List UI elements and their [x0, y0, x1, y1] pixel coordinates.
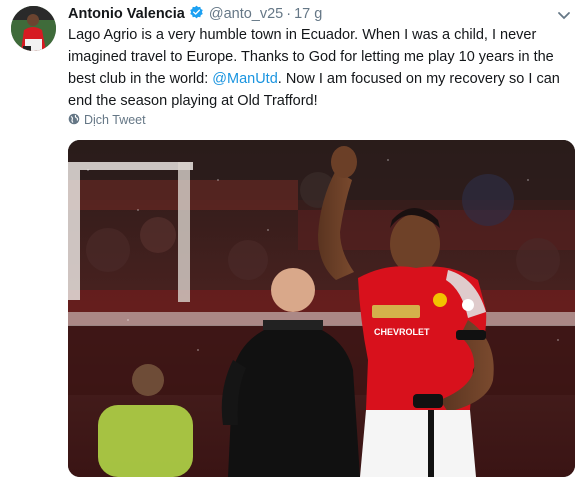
- tweet-timestamp[interactable]: 17 g: [294, 6, 322, 22]
- globe-icon: [68, 113, 80, 125]
- separator-dot: ·: [286, 6, 292, 22]
- chevron-down-icon[interactable]: [557, 8, 571, 20]
- tweet-text: Lago Agrio is a very humble town in Ecua…: [68, 24, 573, 112]
- tweet-header: Antonio Valencia @anto_v25 · 17 g: [68, 4, 322, 24]
- tweet[interactable]: Antonio Valencia @anto_v25 · 17 g Lago Agri…: [0, 0, 586, 483]
- translate-tweet-button[interactable]: Dịch Tweet: [68, 112, 146, 128]
- verified-badge-icon: [189, 5, 204, 20]
- tweet-photo[interactable]: CHEVROLET: [68, 140, 575, 477]
- author-handle[interactable]: @anto_v25: [209, 6, 283, 22]
- mention-link[interactable]: @ManUtd: [212, 71, 278, 87]
- author-name[interactable]: Antonio Valencia: [68, 6, 185, 22]
- avatar[interactable]: [11, 6, 56, 51]
- shirt-sponsor: CHEVROLET: [374, 327, 430, 337]
- translate-label: Dịch Tweet: [84, 113, 146, 127]
